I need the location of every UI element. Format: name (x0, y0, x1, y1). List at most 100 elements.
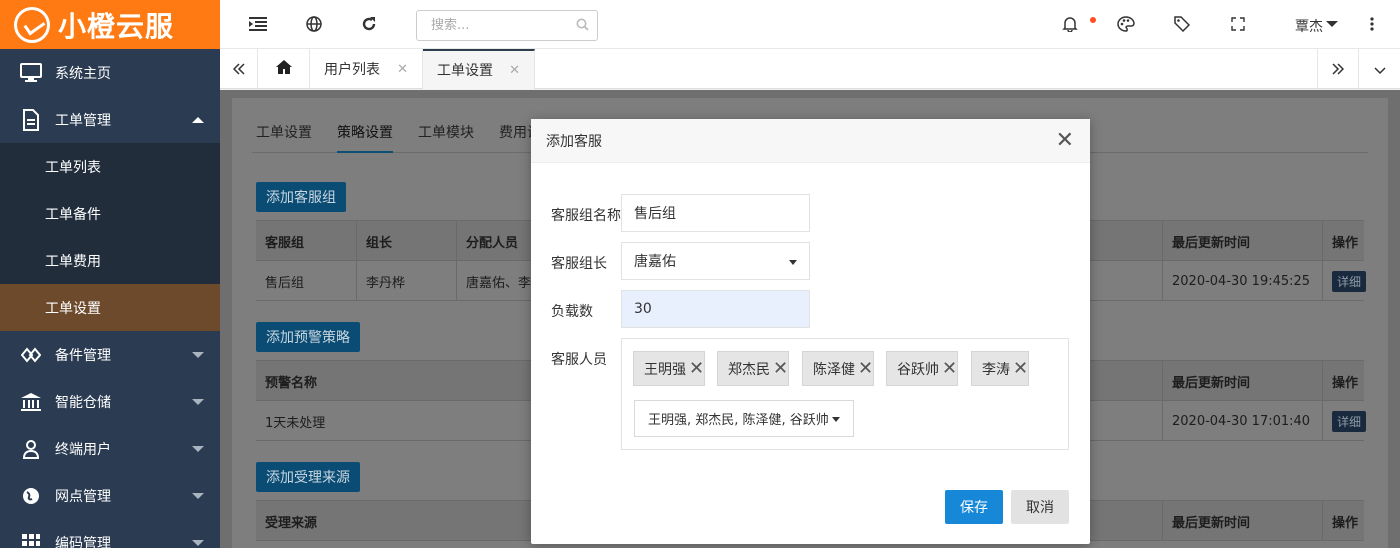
sidebar-subitem-ticket-parts[interactable]: 工单备件 (0, 190, 220, 237)
fullscreen-icon[interactable] (1228, 14, 1248, 34)
tab-ticket-settings[interactable]: 工单设置 ✕ (423, 49, 535, 89)
save-button[interactable]: 保存 (945, 490, 1003, 524)
remove-icon[interactable]: ✕ (942, 359, 957, 378)
document-icon (20, 108, 42, 131)
notification-dot (1090, 17, 1096, 23)
sidebar-item-ticket-management[interactable]: 工单管理 (0, 96, 220, 143)
leader-label: 客服组长 (551, 256, 607, 272)
add-accept-source-button[interactable]: 添加受理来源 (256, 462, 360, 492)
sidebar-item-parts-management[interactable]: 备件管理 (0, 331, 220, 378)
caret-down-icon (832, 417, 840, 422)
search-icon[interactable] (576, 18, 589, 35)
tab-label: 用户列表 (324, 62, 380, 78)
staff-selector: 王明强 ✕ 郑杰民 ✕ 陈泽健 ✕ 谷跃帅 ✕ 李涛 ✕ 王明强, 郑杰民, 陈泽健, 谷… (621, 338, 1069, 450)
double-chevron-left-icon (232, 60, 245, 79)
subtab-strategy-settings[interactable]: 策略设置 (337, 122, 393, 153)
staff-chip: 谷跃帅 ✕ (886, 351, 959, 386)
add-service-group-button[interactable]: 添加客服组 (256, 182, 346, 212)
leader-select[interactable]: 唐嘉佑 (621, 242, 810, 280)
column-header: 最后更新时间 (1162, 501, 1322, 541)
refresh-icon[interactable] (359, 14, 379, 34)
tab-label: 工单设置 (437, 63, 493, 79)
tab-menu-button[interactable] (1359, 49, 1400, 89)
chip-label: 李涛 (982, 361, 1010, 378)
more-vertical-icon[interactable] (1362, 14, 1382, 34)
tab-bar: 用户列表 ✕ 工单设置 ✕ (220, 49, 1400, 89)
sidebar-item-codes[interactable]: 编码管理 (0, 519, 220, 548)
chip-label: 陈泽健 (813, 361, 855, 378)
group-name-input[interactable]: 售后组 (621, 194, 810, 232)
logo-icon (14, 6, 50, 43)
sidebar-item-label: 智能仓储 (55, 394, 111, 411)
sidebar-subitem-label: 工单设置 (45, 300, 101, 317)
sidebar-item-label: 网点管理 (55, 488, 111, 505)
search-box (416, 10, 598, 41)
sidebar: 小橙云服 系统主页 工单管理 工单列表 工单备件 工单费用 工单设置 备件管理 … (0, 0, 220, 548)
table-cell: 2020-04-30 19:45:25 (1162, 261, 1322, 301)
brand-logo[interactable]: 小橙云服 (0, 0, 220, 49)
load-input[interactable]: 30 (621, 290, 810, 328)
remove-icon[interactable]: ✕ (773, 359, 788, 378)
chip-label: 郑杰民 (728, 361, 770, 378)
leader-select-value: 唐嘉佑 (634, 254, 676, 270)
double-chevron-right-icon (1332, 60, 1345, 79)
top-bar: 覃杰 (220, 0, 1400, 49)
monitor-icon (20, 62, 42, 84)
chevron-down-icon[interactable] (1326, 21, 1338, 27)
sidebar-item-label: 编码管理 (55, 535, 111, 548)
sidebar-subitem-ticket-list[interactable]: 工单列表 (0, 143, 220, 190)
staff-chip: 李涛 ✕ (971, 351, 1030, 386)
close-icon[interactable]: ✕ (397, 62, 408, 77)
detail-button[interactable]: 详细 (1332, 270, 1367, 292)
sidebar-item-label: 备件管理 (55, 347, 111, 364)
chevron-down-icon (192, 445, 204, 452)
chevron-up-icon (192, 116, 204, 123)
subtab-ticket-modules[interactable]: 工单模块 (418, 122, 474, 142)
sidebar-item-label: 工单管理 (55, 112, 111, 129)
remove-icon[interactable]: ✕ (1013, 359, 1028, 378)
subtab-ticket-settings[interactable]: 工单设置 (256, 122, 312, 142)
sidebar-item-warehouse[interactable]: 智能仓储 (0, 378, 220, 425)
table-cell: 2020-04-30 17:01:40 (1162, 401, 1322, 441)
user-icon (20, 438, 42, 460)
close-icon[interactable]: ✕ (509, 63, 520, 78)
brand-name: 小橙云服 (58, 9, 175, 43)
sidebar-subitem-ticket-settings[interactable]: 工单设置 (0, 284, 220, 331)
caret-down-icon (789, 260, 797, 265)
cancel-button[interactable]: 取消 (1011, 490, 1069, 524)
sidebar-item-home[interactable]: 系统主页 (0, 49, 220, 96)
column-header: 最后更新时间 (1162, 221, 1322, 261)
column-header: 受理来源 (265, 515, 318, 531)
load-label: 负载数 (551, 304, 593, 320)
palette-icon[interactable] (1116, 14, 1136, 34)
detail-button[interactable]: 详细 (1332, 410, 1367, 432)
globe-icon[interactable] (304, 14, 324, 34)
search-input[interactable] (417, 11, 567, 40)
tag-icon[interactable] (1172, 14, 1192, 34)
sidebar-item-outlets[interactable]: 网点管理 (0, 472, 220, 519)
staff-multiselect[interactable]: 王明强, 郑杰民, 陈泽健, 谷跃帅 (634, 400, 854, 437)
sidebar-subitem-ticket-fees[interactable]: 工单费用 (0, 237, 220, 284)
modal-header: 添加客服 ✕ (531, 119, 1090, 163)
bell-icon[interactable] (1060, 14, 1080, 34)
scroll-left-button[interactable] (220, 49, 258, 89)
sidebar-item-end-users[interactable]: 终端用户 (0, 425, 220, 472)
home-tab[interactable] (258, 49, 310, 89)
close-icon[interactable]: ✕ (1056, 130, 1074, 152)
add-warning-strategy-button[interactable]: 添加预警策略 (256, 322, 360, 352)
tab-user-list[interactable]: 用户列表 ✕ (310, 49, 423, 89)
column-header: 最后更新时间 (1162, 361, 1322, 401)
group-name-label: 客服组名称 (551, 208, 621, 224)
remove-icon[interactable]: ✕ (858, 359, 873, 378)
table-cell: 售后组 (265, 275, 305, 291)
column-header: 操作 (1322, 221, 1380, 261)
chevron-down-icon (192, 398, 204, 405)
remove-icon[interactable]: ✕ (689, 359, 704, 378)
scroll-right-button[interactable] (1317, 49, 1359, 89)
home-icon (275, 59, 293, 79)
menu-toggle-icon[interactable] (248, 14, 268, 34)
staff-chip: 陈泽健 ✕ (802, 351, 875, 386)
globe-icon (20, 485, 42, 507)
sidebar-subitem-label: 工单费用 (45, 253, 101, 270)
user-menu[interactable]: 覃杰 (1295, 16, 1323, 36)
